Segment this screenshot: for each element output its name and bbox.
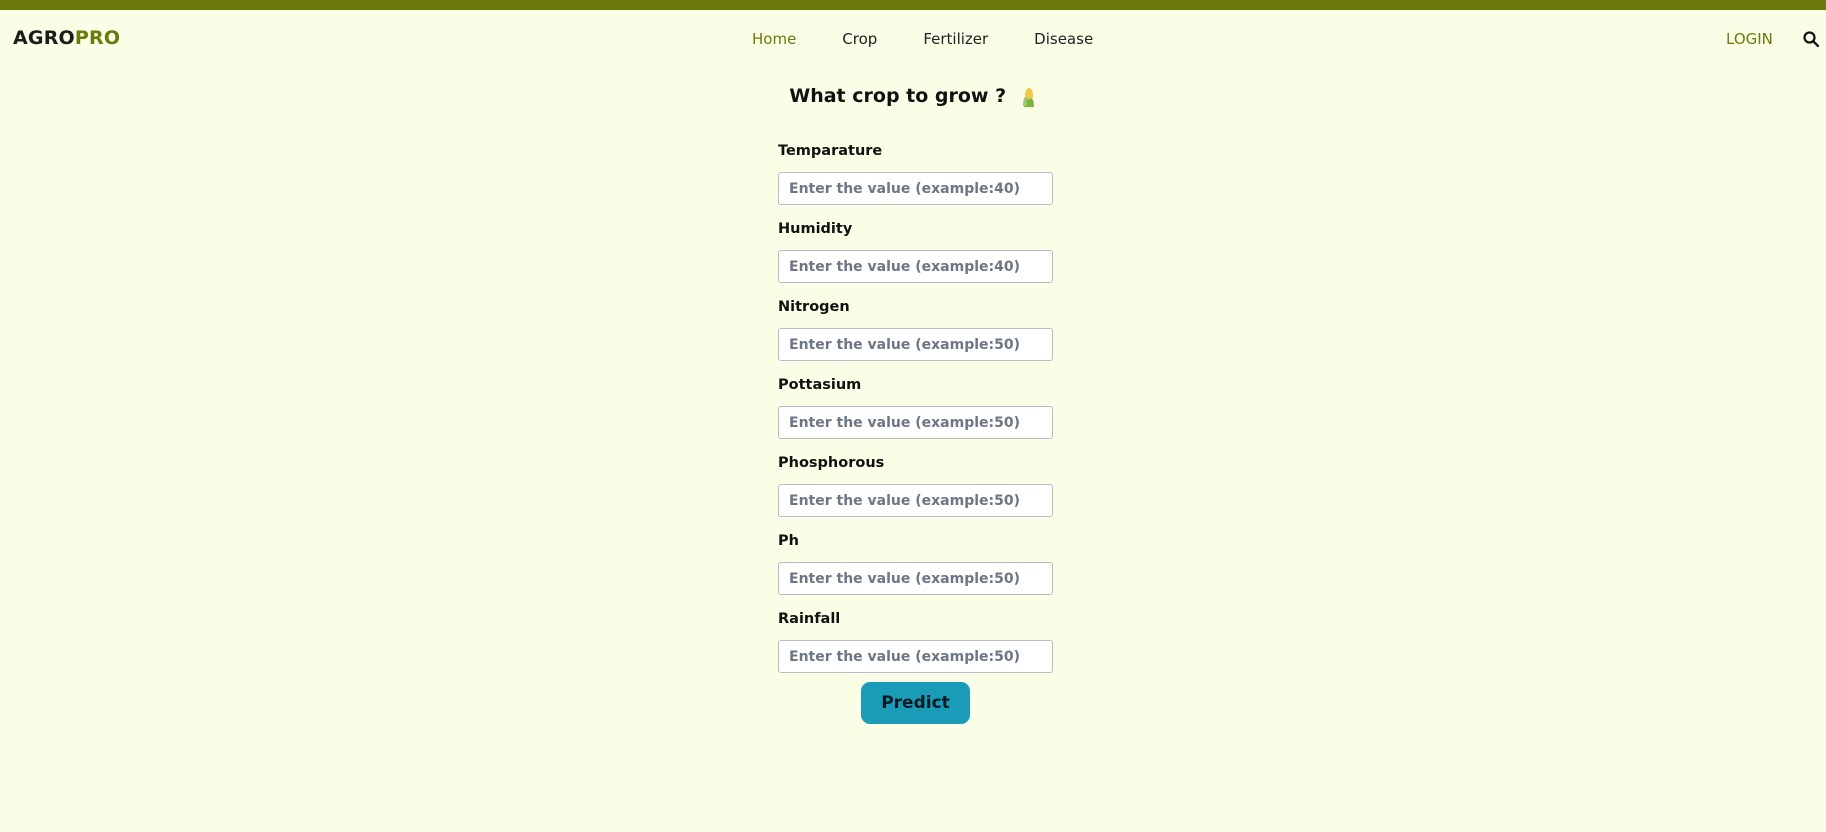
page-title: What crop to grow ?	[0, 85, 1826, 108]
potassium-label: Pottasium	[778, 377, 862, 393]
nitrogen-label: Nitrogen	[778, 299, 850, 315]
field-nitrogen: Nitrogen	[778, 297, 1054, 375]
nav-home[interactable]: Home	[752, 30, 796, 48]
predict-button[interactable]: Predict	[861, 682, 970, 724]
corn-icon	[1022, 87, 1034, 107]
field-temperature: Temparature	[778, 141, 1054, 219]
search-icon[interactable]	[1803, 31, 1819, 47]
field-rainfall: Rainfall	[778, 609, 1054, 687]
login-link[interactable]: LOGIN	[1726, 30, 1773, 48]
rainfall-label: Rainfall	[778, 611, 841, 627]
humidity-label: Humidity	[778, 221, 853, 237]
nitrogen-input[interactable]	[778, 328, 1053, 361]
temperature-label: Temparature	[778, 143, 883, 159]
rainfall-input[interactable]	[778, 640, 1053, 673]
ph-input[interactable]	[778, 562, 1053, 595]
nav-disease[interactable]: Disease	[1034, 30, 1093, 48]
temperature-input[interactable]	[778, 172, 1053, 205]
humidity-input[interactable]	[778, 250, 1053, 283]
ph-label: Ph	[778, 533, 799, 549]
nav-fertilizer[interactable]: Fertilizer	[923, 30, 988, 48]
brand-logo[interactable]: AGROPRO	[13, 27, 120, 49]
field-ph: Ph	[778, 531, 1054, 609]
crop-prediction-form: Temparature Humidity Nitrogen Pottasium …	[778, 141, 1054, 687]
main-nav: Home Crop Fertilizer Disease	[752, 30, 1139, 48]
top-accent-bar	[0, 0, 1826, 10]
logo-text-agro: AGRO	[13, 27, 75, 49]
field-potassium: Pottasium	[778, 375, 1054, 453]
field-humidity: Humidity	[778, 219, 1054, 297]
page-title-text: What crop to grow ?	[789, 85, 1007, 107]
phosphorous-input[interactable]	[778, 484, 1053, 517]
nav-crop[interactable]: Crop	[842, 30, 877, 48]
field-phosphorous: Phosphorous	[778, 453, 1054, 531]
phosphorous-label: Phosphorous	[778, 455, 885, 471]
logo-text-pro: PRO	[74, 27, 121, 49]
potassium-input[interactable]	[778, 406, 1053, 439]
